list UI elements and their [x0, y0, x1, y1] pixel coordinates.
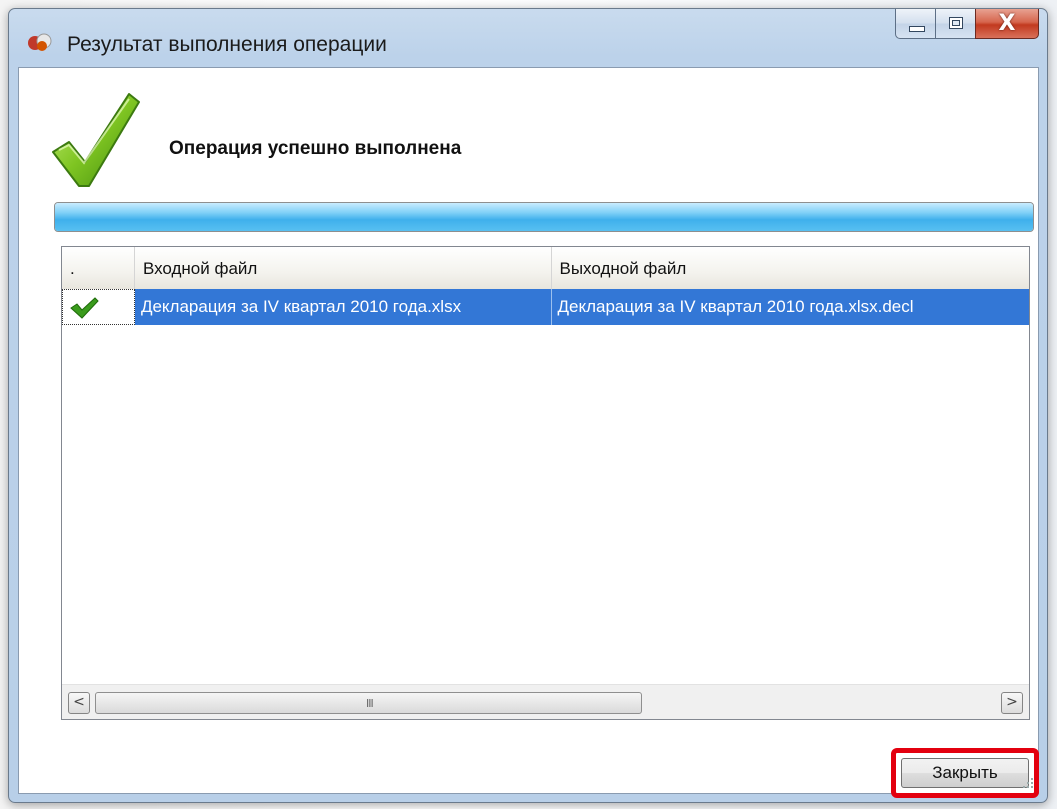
column-header-status[interactable]: .: [62, 247, 135, 289]
app-icon: [28, 33, 52, 51]
column-header-input-file[interactable]: Входной файл: [135, 247, 552, 289]
maximize-button[interactable]: [935, 9, 975, 39]
grid-header: . Входной файл Выходной файл: [62, 247, 1029, 290]
horizontal-scrollbar[interactable]: < III >: [62, 684, 1029, 719]
success-check-icon: [52, 93, 140, 187]
files-grid: . Входной файл Выходной файл Декларация …: [61, 246, 1030, 720]
check-icon: [70, 297, 99, 319]
dialog-window: Результат выполнения операции X Операция…: [8, 8, 1048, 803]
scroll-right-button[interactable]: >: [1001, 692, 1023, 714]
title-bar[interactable]: Результат выполнения операции X: [9, 9, 1047, 67]
status-message: Операция успешно выполнена: [169, 138, 462, 159]
row-output-file-cell[interactable]: Декларация за IV квартал 2010 года.xlsx.…: [551, 289, 1029, 325]
scroll-left-button[interactable]: <: [68, 692, 90, 714]
caption-buttons: X: [895, 9, 1039, 43]
minimize-icon: [909, 26, 925, 32]
close-button[interactable]: Закрыть: [901, 758, 1029, 788]
row-status-cell[interactable]: [62, 289, 135, 325]
dialog-body: Операция успешно выполнена . Входной фай…: [18, 67, 1039, 798]
column-header-output-file[interactable]: Выходной файл: [552, 247, 1030, 289]
close-icon: X: [998, 11, 1016, 36]
row-input-file-cell[interactable]: Декларация за IV квартал 2010 года.xlsx: [134, 289, 552, 325]
maximize-icon: [949, 17, 963, 29]
window-title: Результат выполнения операции: [67, 33, 387, 56]
progress-fill: [55, 203, 1033, 231]
table-row[interactable]: Декларация за IV квартал 2010 года.xlsx …: [62, 289, 1029, 325]
scroll-grip-icon: III: [366, 697, 374, 710]
resize-grip-icon[interactable]: [1022, 777, 1034, 789]
close-button-highlight: Закрыть: [891, 748, 1039, 798]
minimize-button[interactable]: [895, 9, 935, 39]
scroll-thumb[interactable]: III: [95, 692, 642, 714]
progress-bar: [54, 202, 1034, 232]
close-window-button[interactable]: X: [975, 9, 1039, 39]
